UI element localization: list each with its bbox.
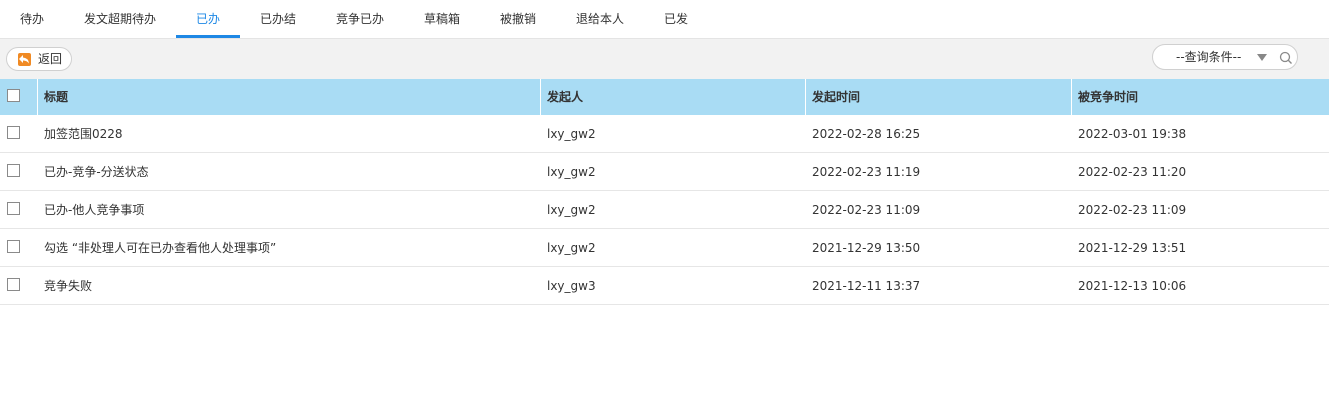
toolbar: 返回 --查询条件-- — [0, 39, 1329, 79]
row-initiator: lxy_gw3 — [547, 279, 596, 293]
table-row[interactable]: 加签范围0228 lxy_gw2 2022-02-28 16:25 2022-0… — [0, 115, 1329, 153]
table-row[interactable]: 竞争失败 lxy_gw3 2021-12-11 13:37 2021-12-13… — [0, 267, 1329, 305]
row-checkbox[interactable] — [7, 240, 20, 253]
column-header-title[interactable]: 标题 — [44, 79, 68, 115]
column-divider — [1071, 79, 1072, 115]
query-conditions-label: --查询条件-- — [1176, 50, 1242, 64]
row-compete-time: 2022-02-23 11:09 — [1078, 203, 1187, 217]
select-all-checkbox[interactable] — [7, 89, 20, 102]
row-compete-time: 2022-03-01 19:38 — [1078, 127, 1187, 141]
row-initiator: lxy_gw2 — [547, 241, 596, 255]
row-start-time: 2022-02-23 11:09 — [812, 203, 921, 217]
row-initiator: lxy_gw2 — [547, 203, 596, 217]
column-divider — [540, 79, 541, 115]
tab-drafts[interactable]: 草稿箱 — [412, 0, 472, 38]
table-row[interactable]: 已办-他人竞争事项 lxy_gw2 2022-02-23 11:09 2022-… — [0, 191, 1329, 229]
row-compete-time: 2021-12-13 10:06 — [1078, 279, 1187, 293]
row-title[interactable]: 竞争失败 — [44, 267, 92, 305]
column-header-initiator[interactable]: 发起人 — [547, 79, 583, 115]
table-row[interactable]: 已办-竞争-分送状态 lxy_gw2 2022-02-23 11:19 2022… — [0, 153, 1329, 191]
column-divider — [37, 79, 38, 115]
row-start-time: 2021-12-11 13:37 — [812, 279, 921, 293]
column-header-compete-time[interactable]: 被竞争时间 — [1078, 79, 1138, 115]
row-initiator: lxy_gw2 — [547, 165, 596, 179]
row-start-time: 2022-02-23 11:19 — [812, 165, 921, 179]
column-header-start-time[interactable]: 发起时间 — [812, 79, 860, 115]
back-button-label: 返回 — [38, 52, 63, 66]
tab-bar: 待办 发文超期待办 已办 已办结 竞争已办 草稿箱 被撤销 退给本人 已发 — [0, 0, 1329, 39]
row-title[interactable]: 加签范围0228 — [44, 115, 123, 153]
row-checkbox[interactable] — [7, 164, 20, 177]
row-checkbox[interactable] — [7, 278, 20, 291]
tab-todo[interactable]: 待办 — [7, 0, 57, 38]
tab-competed-done[interactable]: 竞争已办 — [326, 0, 394, 38]
back-button[interactable]: 返回 — [6, 47, 72, 71]
tab-overdue-todo[interactable]: 发文超期待办 — [75, 0, 165, 38]
query-conditions-select[interactable]: --查询条件-- — [1152, 44, 1298, 70]
row-checkbox[interactable] — [7, 202, 20, 215]
row-title[interactable]: 勾选 “非处理人可在已办查看他人处理事项” — [44, 229, 276, 267]
tab-revoked[interactable]: 被撤销 — [488, 0, 548, 38]
row-initiator: lxy_gw2 — [547, 127, 596, 141]
tab-closed[interactable]: 已办结 — [249, 0, 307, 38]
tab-done[interactable]: 已办 — [176, 0, 240, 38]
row-start-time: 2021-12-29 13:50 — [812, 241, 921, 255]
row-compete-time: 2021-12-29 13:51 — [1078, 241, 1187, 255]
row-title[interactable]: 已办-他人竞争事项 — [44, 191, 144, 229]
row-start-time: 2022-02-28 16:25 — [812, 127, 921, 141]
row-checkbox[interactable] — [7, 126, 20, 139]
tab-sent[interactable]: 已发 — [652, 0, 700, 38]
back-arrow-icon — [18, 53, 31, 66]
row-compete-time: 2022-02-23 11:20 — [1078, 165, 1187, 179]
active-tab-indicator — [176, 35, 240, 38]
caret-down-icon[interactable] — [1257, 54, 1267, 61]
search-icon[interactable] — [1279, 51, 1293, 68]
column-divider — [805, 79, 806, 115]
tab-returned[interactable]: 退给本人 — [566, 0, 634, 38]
table-row[interactable]: 勾选 “非处理人可在已办查看他人处理事项” lxy_gw2 2021-12-29… — [0, 229, 1329, 267]
row-title[interactable]: 已办-竞争-分送状态 — [44, 153, 149, 191]
table-header: 标题 发起人 发起时间 被竞争时间 — [0, 79, 1329, 115]
